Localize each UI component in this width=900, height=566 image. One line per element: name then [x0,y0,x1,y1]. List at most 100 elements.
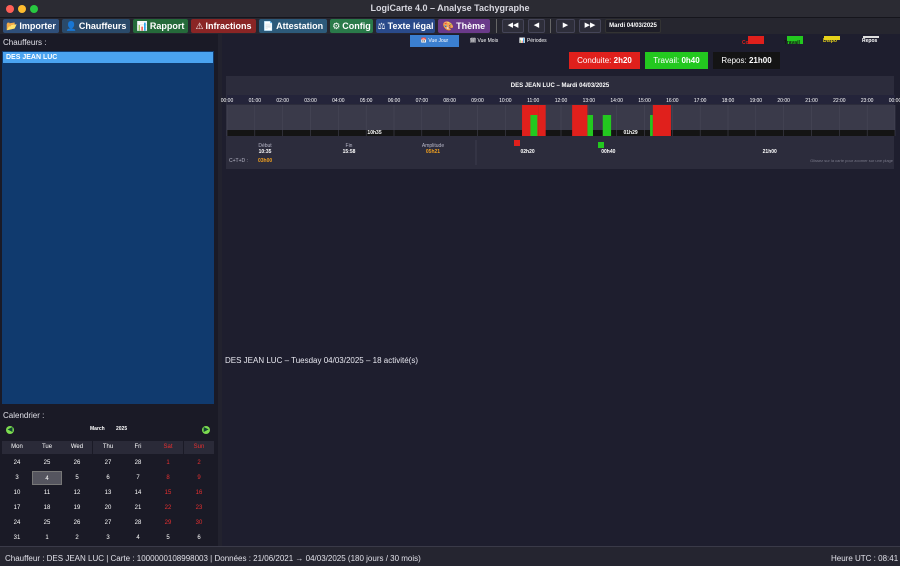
attestation-button[interactable]: 📄 Attestation [259,19,327,33]
legal-text-button[interactable]: ⚖ Texte légal [376,19,435,33]
legend-label-travail: Travail [784,40,800,46]
calendar-day[interactable]: 6 [184,531,214,545]
folder-icon: 📂 [6,21,18,31]
toolbar-separator [496,19,497,33]
calendar-day[interactable]: 6 [93,471,123,485]
palette-icon: 🎨 [442,21,455,31]
calendar-day[interactable]: 28 [123,456,153,470]
calendar-day[interactable]: 4 [123,531,153,545]
activity-summary-text: DES JEAN LUC – Tuesday 04/03/2025 – 18 a… [225,356,418,365]
calendar-day[interactable]: 5 [153,531,183,545]
calendar-day[interactable]: 27 [93,456,123,470]
infractions-button[interactable]: ⚠ Infractions [191,19,256,33]
calendar-day[interactable]: 12 [62,486,92,500]
calendar-day[interactable]: 16 [184,486,214,500]
calendar-day[interactable]: 30 [184,516,214,530]
calendar-day[interactable]: 29 [153,516,183,530]
calendar-year[interactable]: 2025 [116,426,127,432]
person-icon: 👤 [65,21,77,31]
config-button[interactable]: ⚙ Config [330,19,373,33]
drivers-button[interactable]: 👤 Chauffeurs [62,19,130,33]
calendar-day[interactable]: 2 [62,531,92,545]
calendar-day[interactable]: 17 [2,501,32,515]
tab-month-view[interactable]: 🗓 Vue Mois [462,35,506,47]
calendar-day[interactable]: 11 [32,486,62,500]
calendar-icon: 📅 [420,38,427,44]
import-button[interactable]: 📂 Importer [3,19,59,33]
calendar-day[interactable]: 26 [62,516,92,530]
calendar-prev-button[interactable]: ◀ [6,426,14,434]
report-icon: 📊 [136,21,148,31]
calendar-day[interactable]: 9 [184,471,214,485]
chart-icon: 📊 [519,38,526,44]
calendar-day[interactable]: 28 [123,516,153,530]
calendar-day[interactable]: 4 [32,471,62,485]
warning-icon: ⚠ [195,21,204,31]
calendar-day[interactable]: 7 [123,471,153,485]
month-calendar-icon: 🗓 [469,38,477,44]
calendar-day-header: Fri [123,441,153,454]
calendar-next-button[interactable]: ▶ [202,426,210,434]
calendar-day[interactable]: 13 [93,486,123,500]
calendar-day[interactable]: 18 [32,501,62,515]
legend-label-repos: Repos [862,38,878,44]
calendar-day[interactable]: 21 [123,501,153,515]
tab-day-view[interactable]: 📅 Vue Jour [410,35,459,47]
drivers-list[interactable]: DES JEAN LUC [2,51,214,404]
calendar-day[interactable]: 24 [2,516,32,530]
document-icon: 📄 [262,21,275,31]
calendar-day[interactable]: 10 [2,486,32,500]
calendar-month[interactable]: March [90,426,105,432]
calendar-day[interactable]: 15 [153,486,183,500]
calendar-day-header: Mon [2,441,32,454]
calendar-day[interactable]: 19 [62,501,92,515]
gear-icon: ⚙ [332,21,341,31]
calendar-day[interactable]: 8 [153,471,183,485]
calendar-day-header: Sun [184,441,214,454]
timeline-panel[interactable] [226,76,894,169]
calendar-day[interactable]: 14 [123,486,153,500]
calendar-day[interactable]: 24 [2,456,32,470]
calendar-day-header: Wed [62,441,92,454]
calendar-day[interactable]: 22 [153,501,183,515]
calendar-day[interactable]: 2 [184,456,214,470]
first-day-button[interactable]: ◀◀ [502,19,524,33]
theme-button[interactable]: 🎨 Thème [438,19,490,33]
status-bar: Chauffeur : DES JEAN LUC | Carte : 10000… [0,546,900,566]
prev-day-button[interactable]: ◀ [528,19,545,33]
calendar-day[interactable]: 26 [62,456,92,470]
toolbar-separator [550,19,551,33]
calendar-day[interactable]: 25 [32,516,62,530]
calendar-day-header: Tue [32,441,62,454]
report-button[interactable]: 📊 Rapport [133,19,188,33]
calendar-day[interactable]: 5 [62,471,92,485]
calendar-day[interactable]: 20 [93,501,123,515]
drivers-label: Chauffeurs : [3,38,47,47]
last-day-button[interactable]: ▶▶ [579,19,601,33]
driver-list-item[interactable]: DES JEAN LUC [3,52,213,63]
calendar-day[interactable]: 23 [184,501,214,515]
calendar-label: Calendrier : [3,411,45,420]
calendar-day-header: Thu [93,441,123,454]
law-icon: ⚖ [377,21,386,31]
calendar-day[interactable]: 31 [2,531,32,545]
current-date-label: Mardi 04/03/2025 [605,19,661,33]
calendar-day-header: Sat [153,441,183,454]
window-title: LogiCarte 4.0 – Analyse Tachygraphe [370,3,530,13]
status-text: Chauffeur : DES JEAN LUC | Carte : 10000… [5,554,421,563]
toolbar: 📂 Importer 👤 Chauffeurs 📊 Rapport ⚠ Infracti… [0,18,900,34]
calendar-day[interactable]: 3 [93,531,123,545]
utc-clock: Heure UTC : 08:41 [831,554,899,563]
calendar-day[interactable]: 1 [153,456,183,470]
title-bar: LogiCarte 4.0 – Analyse Tachygraphe [0,0,900,18]
calendar-day[interactable]: 25 [32,456,62,470]
calendar-day[interactable]: 27 [93,516,123,530]
summary-travail: Travail: 0h40 [645,52,708,69]
calendar: ◀ March 2025 ▶ Mon Tue Wed Thu Fri Sat Sun 24 25… [2,424,214,546]
calendar-day[interactable]: 3 [2,471,32,485]
legend-label-conduite: Conduite [742,40,764,46]
summary-repos: Repos: 21h00 [713,52,780,69]
calendar-day[interactable]: 1 [32,531,62,545]
next-day-button[interactable]: ▶ [556,19,575,33]
tab-periods[interactable]: 📊 Périodes [510,35,556,47]
